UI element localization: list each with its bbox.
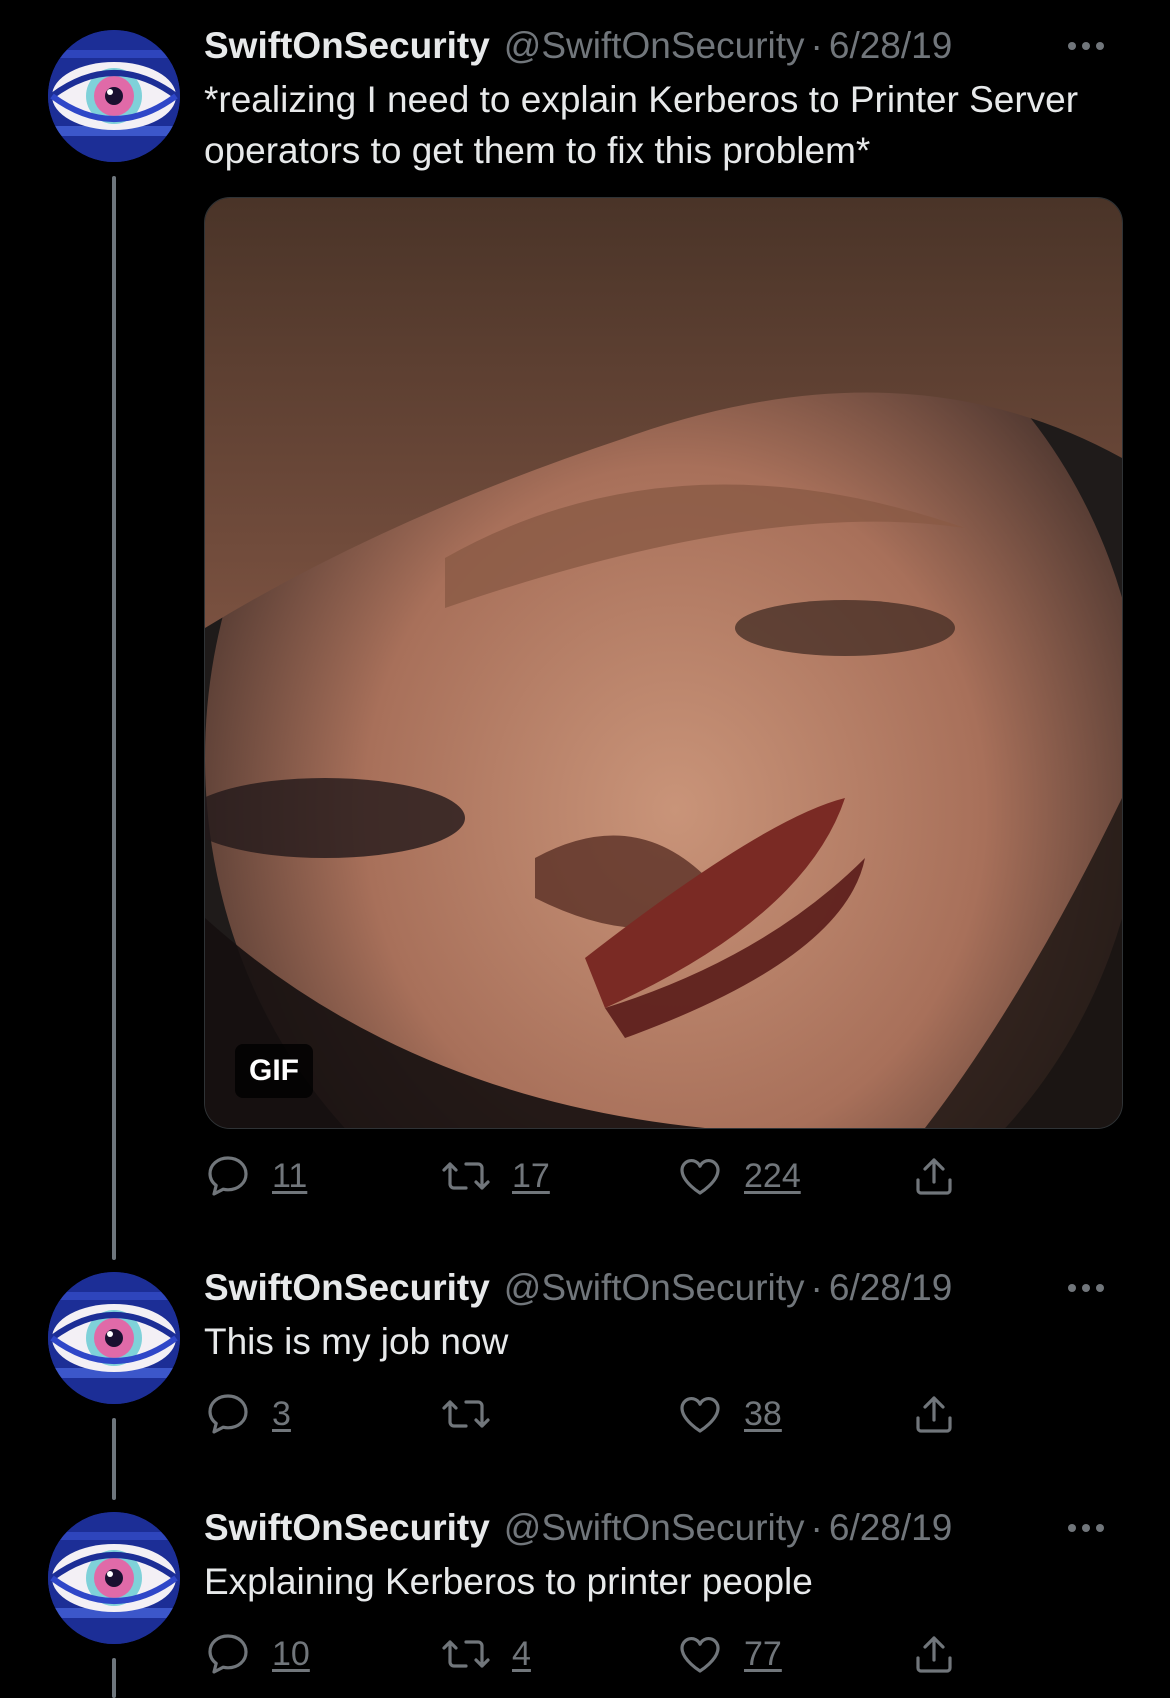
tweet-text: *realizing I need to explain Kerberos to…: [204, 79, 1079, 171]
reply-button[interactable]: 11: [204, 1146, 307, 1206]
thread-line: [112, 176, 116, 1260]
heart-icon: [680, 1637, 720, 1673]
tweet-actions: 11 17 224: [204, 1146, 964, 1206]
like-count[interactable]: 77: [744, 1635, 782, 1674]
avatar[interactable]: [48, 30, 180, 162]
more-icon[interactable]: [1056, 22, 1116, 70]
tweet-media[interactable]: GIF: [204, 197, 1123, 1129]
tweet-header: SwiftOnSecurity @SwiftOnSecurity · 6/28/…: [204, 1504, 1170, 1552]
reply-count[interactable]: 11: [272, 1157, 307, 1196]
avatar[interactable]: [48, 1512, 180, 1644]
share-button[interactable]: [910, 1146, 958, 1206]
tweet-1[interactable]: SwiftOnSecurity @SwiftOnSecurity · 6/28/…: [0, 0, 1170, 1260]
share-button[interactable]: [910, 1624, 958, 1684]
reply-button[interactable]: 3: [204, 1384, 291, 1444]
reply-icon: [208, 1394, 248, 1434]
reply-count[interactable]: 3: [272, 1395, 291, 1434]
tweet-2[interactable]: SwiftOnSecurity @SwiftOnSecurity · 6/28/…: [0, 1240, 1170, 1500]
reply-icon: [208, 1156, 248, 1196]
like-count[interactable]: 224: [744, 1157, 801, 1196]
user-handle[interactable]: @SwiftOnSecurity: [504, 25, 805, 67]
reply-button[interactable]: 10: [204, 1624, 310, 1684]
retweet-button[interactable]: 17: [440, 1146, 550, 1206]
separator: ·: [810, 1507, 823, 1548]
tweet-date[interactable]: 6/28/19: [829, 1507, 952, 1549]
like-button[interactable]: 38: [676, 1384, 782, 1444]
separator: ·: [810, 1267, 823, 1308]
tweet-actions: 10 4 77: [204, 1624, 964, 1684]
retweet-icon: [442, 1640, 490, 1668]
retweet-icon: [442, 1162, 490, 1190]
separator: ·: [810, 25, 823, 66]
share-button[interactable]: [910, 1384, 958, 1444]
thread-line: [112, 1658, 116, 1698]
display-name[interactable]: SwiftOnSecurity: [204, 25, 490, 67]
retweet-count[interactable]: 4: [512, 1635, 531, 1674]
reply-count[interactable]: 10: [272, 1635, 310, 1674]
gif-badge: GIF: [235, 1044, 313, 1098]
share-icon: [916, 1158, 952, 1195]
tweet-date[interactable]: 6/28/19: [829, 25, 952, 67]
tweet-header: SwiftOnSecurity @SwiftOnSecurity · 6/28/…: [204, 22, 1170, 70]
share-icon: [916, 1636, 952, 1673]
share-icon: [916, 1396, 952, 1433]
tweet-3[interactable]: SwiftOnSecurity @SwiftOnSecurity · 6/28/…: [0, 1480, 1170, 1698]
more-icon[interactable]: [1056, 1504, 1116, 1552]
gif-image: [205, 198, 1122, 1128]
avatar[interactable]: [48, 1272, 180, 1404]
retweet-count[interactable]: 17: [512, 1157, 550, 1196]
like-button[interactable]: 224: [676, 1146, 801, 1206]
reply-icon: [208, 1634, 248, 1674]
tweet-text: This is my job now: [204, 1321, 509, 1362]
user-handle[interactable]: @SwiftOnSecurity: [504, 1507, 805, 1549]
display-name[interactable]: SwiftOnSecurity: [204, 1507, 490, 1549]
eye-avatar-image: [48, 30, 180, 162]
heart-icon: [680, 1159, 720, 1195]
tweet-date[interactable]: 6/28/19: [829, 1267, 952, 1309]
retweet-button[interactable]: [440, 1384, 512, 1444]
heart-icon: [680, 1397, 720, 1433]
like-count[interactable]: 38: [744, 1395, 782, 1434]
display-name[interactable]: SwiftOnSecurity: [204, 1267, 490, 1309]
retweet-icon: [442, 1400, 490, 1428]
more-icon[interactable]: [1056, 1264, 1116, 1312]
tweet-text: Explaining Kerberos to printer people: [204, 1561, 813, 1602]
like-button[interactable]: 77: [676, 1624, 782, 1684]
eye-avatar-image: [48, 1272, 180, 1404]
user-handle[interactable]: @SwiftOnSecurity: [504, 1267, 805, 1309]
tweet-actions: 3 38: [204, 1384, 964, 1444]
tweet-header: SwiftOnSecurity @SwiftOnSecurity · 6/28/…: [204, 1264, 1170, 1312]
retweet-button[interactable]: 4: [440, 1624, 531, 1684]
eye-avatar-image: [48, 1512, 180, 1644]
